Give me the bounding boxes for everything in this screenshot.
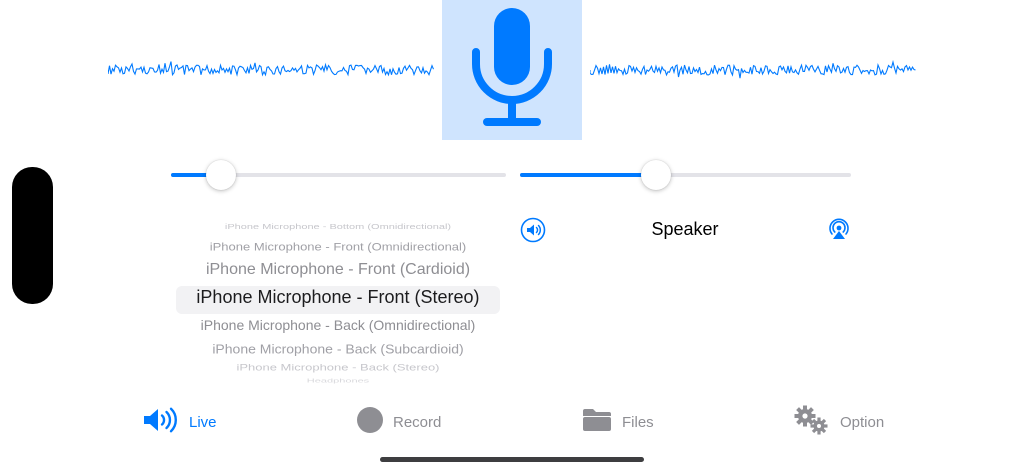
mic-toggle-button[interactable] <box>442 0 582 140</box>
picker-option[interactable]: iPhone Microphone - Back (Stereo) <box>170 362 506 373</box>
slider-thumb[interactable] <box>640 160 671 190</box>
picker-option[interactable]: iPhone Microphone - Back (Subcardioid) <box>170 342 506 356</box>
tab-option[interactable]: Option <box>794 404 884 440</box>
waveform-right <box>590 59 916 79</box>
tab-label: Files <box>622 413 654 431</box>
microphone-picker[interactable]: iPhone Microphone - Bottom (Omnidirectio… <box>170 215 506 385</box>
picker-option[interactable]: iPhone Microphone - Front (Omnidirection… <box>170 240 506 253</box>
slider-fill <box>520 173 656 177</box>
tab-files[interactable]: Files <box>582 404 654 440</box>
home-indicator <box>380 457 644 462</box>
folder-icon <box>582 408 612 436</box>
output-volume-slider[interactable] <box>520 160 851 190</box>
input-gain-slider[interactable] <box>171 160 506 190</box>
output-device-label: Speaker <box>651 219 719 239</box>
tab-label: Live <box>189 413 217 431</box>
picker-option[interactable]: iPhone Microphone - Back (Omnidirectiona… <box>170 317 506 333</box>
speaker-wave-icon <box>143 407 179 437</box>
tab-label: Option <box>840 413 885 431</box>
airplay-icon[interactable] <box>826 217 852 243</box>
picker-option[interactable]: Headphones <box>170 378 506 384</box>
gears-icon <box>794 405 830 439</box>
picker-option[interactable]: iPhone Microphone - Bottom (Omnidirectio… <box>170 223 506 231</box>
slider-thumb[interactable] <box>206 160 237 190</box>
tab-live[interactable]: Live <box>143 404 217 440</box>
microphone-icon <box>472 8 552 126</box>
record-circle-icon <box>357 407 383 437</box>
tab-label: Record <box>393 413 442 431</box>
picker-option[interactable]: iPhone Microphone - Front (Cardioid) <box>170 261 506 279</box>
device-notch <box>12 167 53 304</box>
tab-record[interactable]: Record <box>357 404 441 440</box>
waveform-left <box>108 61 434 77</box>
picker-option-selected[interactable]: iPhone Microphone - Front (Stereo) <box>170 287 506 308</box>
speaker-volume-icon[interactable] <box>520 217 546 243</box>
